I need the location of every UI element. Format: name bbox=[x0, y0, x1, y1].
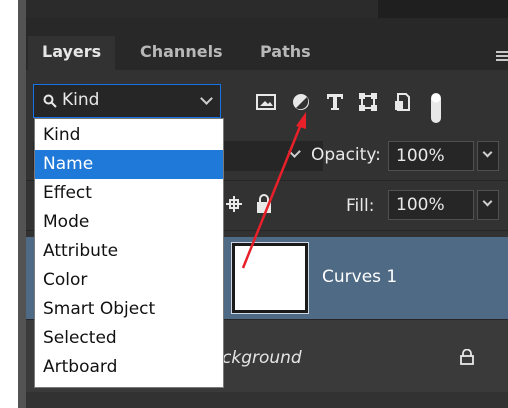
opacity-label: Opacity: bbox=[311, 145, 381, 165]
lock-all-icon[interactable] bbox=[256, 194, 272, 214]
dropdown-option-attribute[interactable]: Attribute bbox=[35, 237, 223, 266]
chevron-down-icon bbox=[288, 145, 301, 158]
opacity-dropdown-button[interactable] bbox=[477, 141, 499, 171]
smart-object-filter-icon[interactable] bbox=[394, 93, 412, 111]
tab-channels[interactable]: Channels bbox=[126, 36, 237, 70]
panel-menu-icon[interactable] bbox=[496, 49, 508, 63]
layer-name: Curves 1 bbox=[322, 267, 398, 287]
panel-tabs-bar: Layers Channels Paths bbox=[26, 18, 508, 70]
filter-type-dropdown-list: Kind Name Effect Mode Attribute Color Sm… bbox=[34, 118, 224, 388]
filter-type-select[interactable]: Kind bbox=[33, 84, 221, 118]
adjustment-layer-filter-icon[interactable] bbox=[292, 93, 310, 111]
layer-mask-thumbnail[interactable] bbox=[231, 242, 309, 314]
chevron-down-icon bbox=[482, 147, 493, 158]
dropdown-option-color[interactable]: Color bbox=[35, 266, 223, 295]
screenshot-stage: Layers Channels Paths Kind Opacity: 100%… bbox=[0, 0, 508, 408]
tab-paths[interactable]: Paths bbox=[246, 36, 325, 70]
fill-label: Fill: bbox=[346, 196, 375, 216]
dropdown-option-smart-object[interactable]: Smart Object bbox=[35, 295, 223, 324]
search-icon bbox=[43, 93, 57, 108]
panel-top-strip bbox=[26, 0, 508, 18]
dropdown-option-effect[interactable]: Effect bbox=[35, 179, 223, 208]
shape-layer-filter-icon[interactable] bbox=[359, 93, 377, 111]
panel-top-strip-dark bbox=[378, 0, 508, 18]
fill-input[interactable]: 100% bbox=[388, 190, 474, 220]
chevron-down-icon bbox=[200, 92, 213, 105]
filter-type-value: Kind bbox=[62, 90, 100, 110]
opacity-input[interactable]: 100% bbox=[388, 141, 474, 171]
lock-position-icon[interactable] bbox=[224, 194, 244, 214]
dropdown-option-artboard[interactable]: Artboard bbox=[35, 353, 223, 382]
dropdown-option-name[interactable]: Name bbox=[35, 150, 223, 179]
tab-layers[interactable]: Layers bbox=[28, 36, 116, 70]
type-layer-filter-icon[interactable] bbox=[326, 93, 344, 111]
lock-icon bbox=[460, 348, 474, 365]
pixel-layer-filter-icon[interactable] bbox=[256, 93, 276, 111]
dropdown-option-kind[interactable]: Kind bbox=[35, 121, 223, 150]
dropdown-option-selected[interactable]: Selected bbox=[35, 324, 223, 353]
filter-toggle-icon[interactable] bbox=[430, 93, 442, 123]
dropdown-option-mode[interactable]: Mode bbox=[35, 208, 223, 237]
chevron-down-icon bbox=[482, 196, 493, 207]
fill-dropdown-button[interactable] bbox=[477, 190, 499, 220]
layer-name: ckground bbox=[222, 348, 302, 368]
